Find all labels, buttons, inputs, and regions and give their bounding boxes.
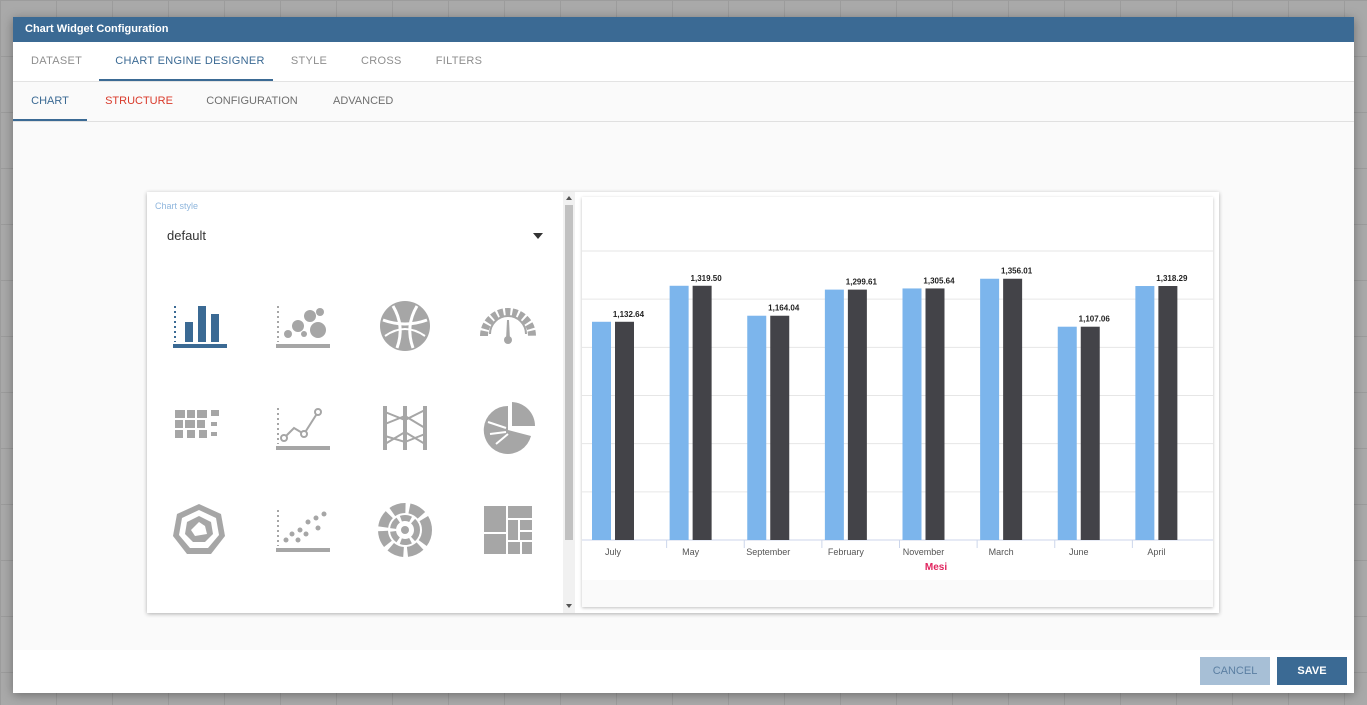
tab-advanced[interactable]: ADVANCED <box>333 82 393 121</box>
tab-structure[interactable]: STRUCTURE <box>105 82 173 121</box>
bar-series-1 <box>980 278 1000 540</box>
bar-series-2 <box>1003 278 1023 540</box>
chart-type-picker: Chart style default <box>147 192 563 613</box>
preview-bottom-strip <box>582 580 1213 607</box>
bar-series-1 <box>669 285 689 540</box>
chart-style-value: default <box>167 228 207 243</box>
data-label: 1,107.06 <box>1079 315 1111 324</box>
heatmap-chart-icon[interactable] <box>169 398 229 458</box>
scroll-up-icon[interactable] <box>566 196 572 200</box>
sub-tabs: CHART STRUCTURE CONFIGURATION ADVANCED <box>13 82 1354 122</box>
treemap-chart-icon[interactable] <box>478 500 538 560</box>
sunburst-chart-icon[interactable] <box>375 500 435 560</box>
save-button[interactable]: SAVE <box>1277 657 1347 685</box>
bar-series-1 <box>824 289 844 540</box>
x-tick-label: May <box>682 547 700 557</box>
data-label: 1,356.01 <box>1001 267 1033 276</box>
x-tick-label: November <box>903 547 945 557</box>
tab-chart[interactable]: CHART <box>27 82 73 121</box>
tab-style[interactable]: STYLE <box>290 42 328 81</box>
chart-style-label: Chart style <box>155 201 199 211</box>
radar-chart-icon[interactable] <box>169 500 229 560</box>
bar-series-1 <box>1057 326 1077 540</box>
data-label: 1,132.64 <box>613 310 645 319</box>
bar-series-1 <box>902 288 922 540</box>
x-tick-label: September <box>746 547 790 557</box>
bar-series-2 <box>847 289 867 540</box>
chord-chart-icon[interactable] <box>375 296 435 356</box>
tab-cross[interactable]: CROSS <box>361 42 401 81</box>
bar-series-2 <box>1080 326 1100 540</box>
bubble-chart-icon[interactable] <box>272 296 332 356</box>
sub-tab-indicator <box>13 119 87 121</box>
x-tick-label: February <box>828 547 865 557</box>
bar-series-2 <box>615 321 634 540</box>
scroll-down-icon[interactable] <box>566 604 572 608</box>
chart-designer-panel: Chart style default 1,132.64 July 1,319.… <box>147 192 1219 613</box>
data-label: 1,164.04 <box>768 304 800 313</box>
main-tabs: DATASET CHART ENGINE DESIGNER STYLE CROS… <box>13 42 1354 82</box>
parallel-chart-icon[interactable] <box>375 398 435 458</box>
line-chart-icon[interactable] <box>272 398 332 458</box>
data-label: 1,318.29 <box>1156 274 1188 283</box>
chevron-down-icon <box>533 233 543 239</box>
cancel-button[interactable]: CANCEL <box>1200 657 1270 685</box>
data-label: 1,319.50 <box>691 274 723 283</box>
main-tab-indicator <box>99 79 273 81</box>
dialog-title: Chart Widget Configuration <box>13 17 1354 42</box>
bar-series-2 <box>692 285 712 540</box>
data-label: 1,305.64 <box>923 276 955 285</box>
chart-preview: 1,132.64 July 1,319.50 May 1,164.04 September… <box>582 197 1213 607</box>
chart-widget-configuration-dialog: Chart Widget Configuration DATASET CHART… <box>13 17 1354 693</box>
tab-configuration[interactable]: CONFIGURATION <box>206 82 298 121</box>
bar-series-1 <box>747 315 767 540</box>
x-tick-label: July <box>605 547 622 557</box>
tab-chart-engine-designer[interactable]: CHART ENGINE DESIGNER <box>115 42 265 81</box>
gauge-chart-icon[interactable] <box>478 296 538 356</box>
bar-chart-icon[interactable] <box>169 296 229 356</box>
x-tick-label: June <box>1069 547 1089 557</box>
picker-scrollbar[interactable] <box>563 192 575 613</box>
tab-dataset[interactable]: DATASET <box>31 42 82 81</box>
bar-series-2 <box>770 315 790 540</box>
x-tick-label: April <box>1147 547 1165 557</box>
bar-series-2 <box>925 288 945 540</box>
dialog-footer: CANCEL SAVE <box>13 650 1354 693</box>
pie-chart-icon[interactable] <box>478 398 538 458</box>
data-label: 1,299.61 <box>846 278 878 287</box>
x-axis-title: Mesi <box>925 562 947 573</box>
bar-series-1 <box>592 321 611 540</box>
bar-series-2 <box>1158 286 1178 540</box>
x-tick-label: March <box>989 547 1014 557</box>
scatter-chart-icon[interactable] <box>272 500 332 560</box>
picker-scrollbar-thumb[interactable] <box>565 205 573 540</box>
bar-chart-preview: 1,132.64 July 1,319.50 May 1,164.04 September… <box>582 197 1213 607</box>
chart-style-select[interactable]: default <box>167 228 543 248</box>
bar-series-1 <box>1135 286 1155 540</box>
tab-filters[interactable]: FILTERS <box>435 42 483 81</box>
